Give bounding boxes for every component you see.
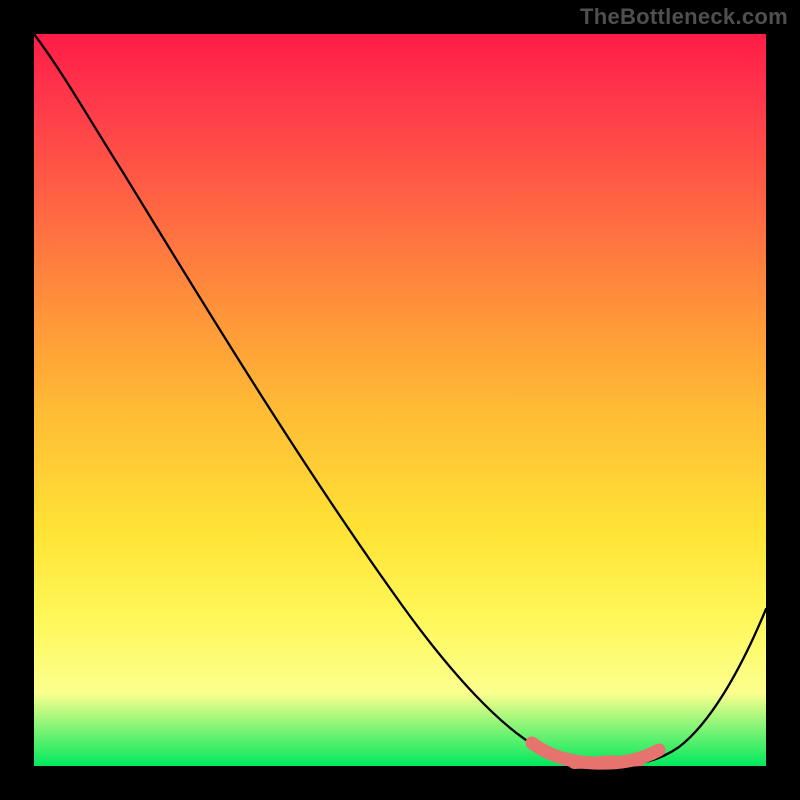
chart-frame: TheBottleneck.com xyxy=(0,0,800,800)
bottleneck-curve xyxy=(34,34,766,765)
chart-svg xyxy=(34,34,766,766)
watermark-text: TheBottleneck.com xyxy=(580,4,788,30)
optimal-zone-marker-dashes xyxy=(574,760,644,763)
chart-plot-area xyxy=(34,34,766,766)
